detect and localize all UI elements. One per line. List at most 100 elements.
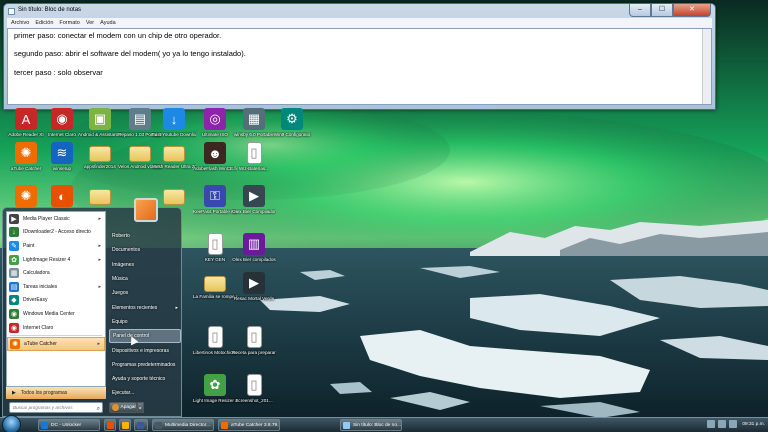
desktop-icon[interactable]: ☻ AdobeFlash WinCE.ficom — [193, 142, 237, 172]
start-button[interactable] — [2, 415, 21, 432]
start-place-item[interactable]: Elementos recientes ▸ — [109, 300, 181, 314]
folder-icon — [89, 146, 111, 162]
taskbar-button[interactable] — [104, 419, 116, 431]
desktop-icon[interactable]: ▣ Android & Assistant Pro — [78, 108, 122, 138]
start-place-item[interactable]: Imágenes — [109, 258, 181, 272]
program-label: Paint — [23, 242, 35, 249]
program-item[interactable]: ▦ Calculadora — [7, 266, 105, 280]
taskbar-button[interactable]: aTube Catcher 3.8.79... — [218, 419, 280, 431]
program-item[interactable]: ◉ Windows Media Center — [7, 307, 105, 321]
taskbar-button[interactable] — [119, 419, 131, 431]
menu-formato[interactable]: Formato — [59, 20, 79, 26]
start-search-input[interactable]: Buscar programas y archivos ⌕ — [9, 402, 103, 413]
volume-icon[interactable] — [718, 420, 727, 428]
program-item[interactable]: ✺ aTube Catcher ▸ — [7, 337, 105, 351]
program-item[interactable]: ◉ Internet Claro — [7, 321, 105, 335]
program-label: DriverEasy — [23, 297, 48, 304]
taskbar-button[interactable]: Sin título: Bloc de no... — [340, 419, 402, 431]
app-icon: ▦ — [243, 108, 265, 130]
program-item[interactable]: ↓ IDownloader2 - Acceso directo — [7, 226, 105, 240]
program-item[interactable]: ▤ Tareas iniciales ▸ — [7, 280, 105, 294]
start-place-label: Ejecutar... — [112, 390, 135, 397]
image-icon: ✿ — [204, 374, 226, 396]
desktop-icon[interactable] — [152, 185, 196, 207]
desktop-icon[interactable]: ▶ Olex Bier Compilador — [232, 185, 276, 215]
shutdown-button[interactable]: Apagar — [109, 402, 137, 413]
all-programs-button[interactable]: ▶ Todos los programas — [6, 387, 106, 399]
user-picture[interactable] — [134, 198, 158, 222]
desktop-icon[interactable] — [78, 185, 122, 207]
desktop-icon[interactable]: ▯ Wiz-Baterías... — [232, 142, 276, 172]
program-label: Tareas iniciales — [23, 283, 58, 290]
start-place-item[interactable]: Ayuda y soporte técnico — [109, 372, 181, 386]
start-place-item[interactable]: Programas predeterminados — [109, 358, 181, 372]
program-icon: ▤ — [9, 281, 19, 292]
download-icon: ↓ — [163, 108, 185, 130]
menu-edicion[interactable]: Edición — [35, 20, 53, 26]
program-icon: ◉ — [9, 308, 19, 319]
desktop-icon-label: KeePass Portable Acceso directo — [193, 209, 237, 214]
shutdown-options-button[interactable]: ▸ — [137, 402, 144, 413]
desktop-icon[interactable]: ⚙ Win9 Configuratio — [270, 108, 314, 138]
text-editor-area[interactable]: primer paso: conectar el modem con un ch… — [7, 28, 712, 105]
taskbar-button[interactable]: [f] Modem de mi59... — [134, 419, 148, 431]
program-item[interactable]: ◆ DriverEasy — [7, 294, 105, 308]
desktop-icon[interactable]: ⚿ KeePass Portable Acceso directo — [193, 185, 237, 215]
start-place-item[interactable]: Música — [109, 272, 181, 286]
desktop-icon[interactable]: ↓ Fast Youtube Download — [152, 108, 196, 138]
start-menu: ▶ Media Player Classic ▸ ↓ IDownloader2 - Ac… — [2, 198, 182, 417]
flag-icon[interactable] — [729, 420, 738, 428]
desktop-icon[interactable]: Mesh Reader Ultra 2016.12 — [152, 142, 196, 170]
text-line: segundo paso: abrir el software del mode… — [14, 49, 246, 58]
atube-icon: ✺ — [15, 185, 37, 207]
start-place-item[interactable]: Panel de control — [109, 329, 181, 344]
maximize-button[interactable]: ☐ — [651, 4, 673, 17]
network-icon[interactable] — [707, 420, 716, 428]
desktop-icon-label: Wiz-Baterías... — [238, 166, 270, 171]
program-item[interactable]: ✿ LightImage Resizer 4 ▸ — [7, 253, 105, 267]
vertical-scrollbar[interactable] — [702, 29, 711, 104]
firefox-icon: ◐ — [51, 185, 73, 207]
taskbar-button[interactable]: Multimedia Director... — [152, 419, 214, 431]
text-line: primer paso: conectar el modem con un ch… — [14, 31, 222, 40]
desktop-icon[interactable]: ▥ Olex Bier compilados — [232, 233, 276, 263]
desktop-icon[interactable]: ▯ Libertinos Motochicks ... — [193, 326, 237, 356]
notepad-window[interactable]: Sin título: Bloc de notas – ☐ ✕ Archivo … — [3, 3, 716, 110]
taskbar-button[interactable]: DC - Unlocker — [38, 419, 100, 431]
menu-archivo[interactable]: Archivo — [11, 20, 29, 26]
flash-icon: ☻ — [204, 142, 226, 164]
menu-ayuda[interactable]: Ayuda — [100, 20, 116, 26]
desktop-icon[interactable]: ▯ KEY GEN — [193, 233, 237, 263]
submenu-arrow-icon: ▸ — [97, 341, 100, 348]
desktop-icon[interactable]: ▯ Screenshot_201... — [232, 374, 276, 404]
keepass-icon: ⚿ — [204, 185, 226, 207]
taskbar-label: Multimedia Director... — [165, 423, 211, 428]
start-place-item[interactable]: Juegos — [109, 286, 181, 300]
close-button[interactable]: ✕ — [673, 4, 711, 17]
desktop-icon-label: Olex Bier Compilador — [232, 209, 276, 214]
start-place-item[interactable]: Ejecutar... — [109, 386, 181, 400]
desktop-icon-label: Ultimate ISO — [201, 132, 229, 137]
taskbar-app-icon — [155, 422, 162, 429]
desktop-icon[interactable]: ◎ Ultimate ISO — [193, 108, 237, 138]
start-place-item[interactable]: Equipo — [109, 315, 181, 329]
desktop-icon[interactable]: appsfinder2014 — [78, 142, 122, 170]
desktop-icon-label: appsfinder2014 — [84, 164, 116, 169]
desktop-icon[interactable]: ▶ Resac Mortal Verde — [232, 272, 276, 302]
desktop-icon-label: Android & Assistant Pro — [78, 132, 122, 137]
notepad-icon — [8, 8, 15, 15]
clock[interactable]: 09:31 p.m. — [742, 422, 765, 427]
start-place-item[interactable]: Dispositivos e impresoras — [109, 343, 181, 357]
program-item[interactable]: ▶ Media Player Classic ▸ — [7, 212, 105, 226]
desktop-icon-label: Mesh Reader Ultra 2016.12 — [152, 164, 196, 169]
taskbar-label: Sin título: Bloc de no... — [353, 423, 401, 428]
desktop-icon[interactable]: ▯ Receta para preparar m... — [232, 326, 276, 356]
program-item[interactable]: ✎ Paint ▸ — [7, 239, 105, 253]
program-label: IDownloader2 - Acceso directo — [23, 229, 91, 236]
menu-ver[interactable]: Ver — [86, 20, 94, 26]
desktop-icon[interactable]: ✿ Light Image Resizer 4 — [193, 374, 237, 404]
start-place-item[interactable]: Documentos — [109, 243, 181, 257]
minimize-button[interactable]: – — [629, 4, 651, 17]
start-place-item[interactable]: Roberto — [109, 229, 181, 243]
desktop-icon[interactable]: La Familia se rompe más... — [193, 272, 237, 300]
